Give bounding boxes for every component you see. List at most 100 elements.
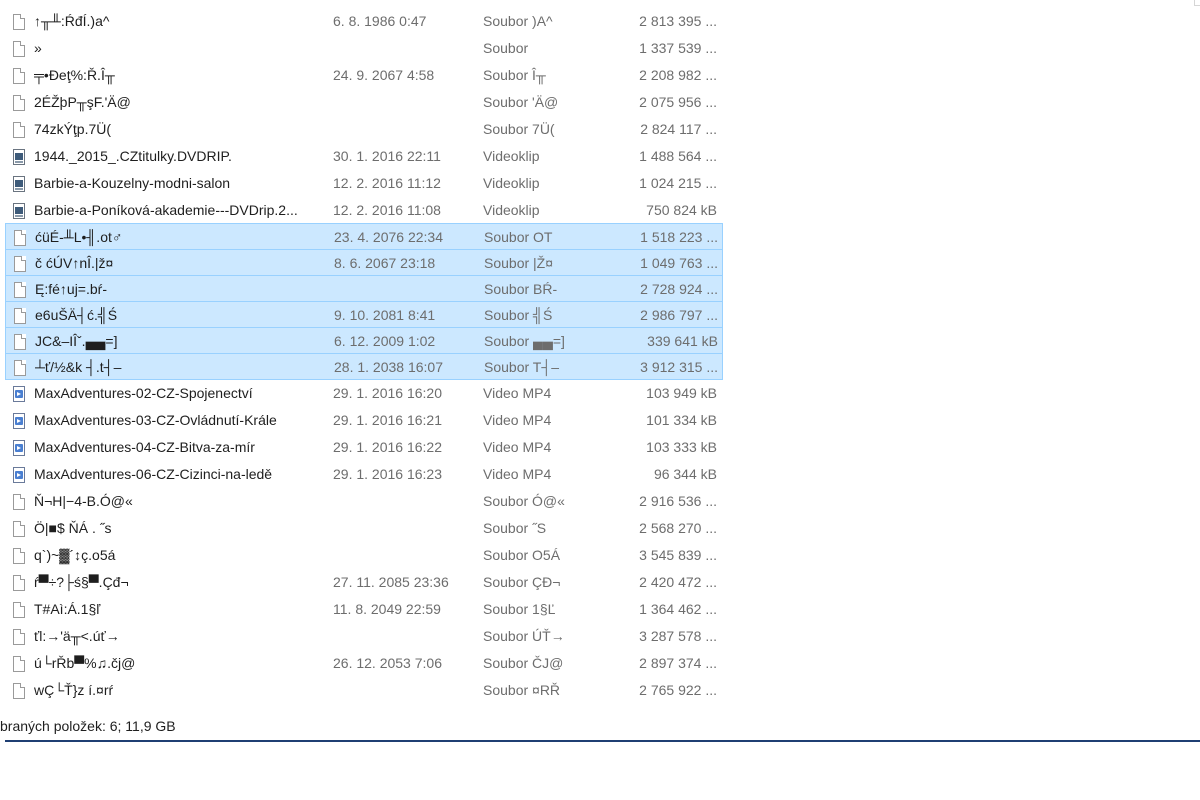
selection-summary: braných položek: 6; 11,9 GB [0,718,176,734]
file-size: 2 986 797 ... [640,307,718,323]
file-date [333,116,478,143]
file-type: Video MP4 [483,385,552,401]
file-row[interactable]: wÇ└Ť}z í.¤rŕ Soubor ¤RŘ 2 765 922 ... [5,677,723,704]
file-name: 2ÉŽþP╥şF.'Ä@ [34,94,131,110]
file-row[interactable]: MaxAdventures-03-CZ-Ovládnutí-Krále 29. 1… [5,407,723,434]
file-type: Soubor BŔ- [484,281,558,297]
file-size: 3 912 315 ... [640,359,718,375]
generic-file-icon-glyph [13,13,25,30]
file-row[interactable]: MaxAdventures-04-CZ-Bitva-za-mír 29. 1. 2… [5,434,723,461]
file-row[interactable]: q`)~▓´↕ç.o5á Soubor O5Á 3 545 839 ... [5,542,723,569]
generic-file-icon [11,354,29,381]
file-name: ćüÉ-╨L•╢.ot♂ [35,229,123,245]
file-date [334,276,479,303]
file-name: ╤•Đeţ%:Ř.Î╥ [34,67,115,83]
file-date [333,89,478,116]
file-row[interactable]: 2ÉŽþP╥şF.'Ä@ Soubor 'Ä@ 2 075 956 ... [5,89,723,116]
file-row[interactable]: JC&–IÎˇ.▄▄=] 6. 12. 2009 1:02 Soubor ▄▄=] 3… [5,327,723,354]
file-row[interactable]: Ö|■$ ŇÁ . ˝s Soubor ˝S 2 568 270 ... [5,515,723,542]
file-row[interactable]: Ň¬H|−4-B.Ó@« Soubor Ó@« 2 916 536 ... [5,488,723,515]
file-size: 2 765 922 ... [639,682,717,698]
file-row[interactable]: Barbie-a-Poníková-akademie---DVDrip.2...… [5,197,723,224]
file-name: MaxAdventures-04-CZ-Bitva-za-mír [34,439,255,455]
file-size: 2 728 924 ... [640,281,718,297]
file-type: Soubor ˝S [483,520,547,536]
file-size: 1 488 564 ... [639,148,717,164]
file-date [333,515,478,542]
avi-video-icon-glyph [13,202,25,219]
file-name: T#Aì:Á.1§ľ [34,601,101,617]
generic-file-icon [10,650,28,677]
file-date: 6. 8. 1986 0:47 [333,13,427,29]
file-type: Soubor ╣Ś [484,307,553,323]
file-name: e6uŠÄ┤ć.╣Ś [35,307,118,323]
file-date: 26. 12. 2053 7:06 [333,655,442,671]
mp4-video-icon-glyph [13,385,25,402]
file-row[interactable]: ťl:→'ä╥<.úť→ Soubor ÚŤ→ 3 287 578 ... [5,623,723,650]
generic-file-icon [10,623,28,650]
file-date: 9. 10. 2081 8:41 [334,307,436,323]
file-size: 1 337 539 ... [639,40,717,56]
file-row[interactable]: 1944._2015_.CZtitulky.DVDRIP. 30. 1. 2016… [5,143,723,170]
file-size: 2 420 472 ... [639,574,717,590]
file-row[interactable]: ú└rŘb▀%♫.čj@ 26. 12. 2053 7:06 Soubor ČJ@ 2… [5,650,723,677]
file-type: Soubor ▄▄=] [484,333,565,349]
avi-video-icon-glyph [13,148,25,165]
file-type: Video MP4 [483,412,552,428]
file-type: Soubor ÇĐ¬ [483,574,561,590]
generic-file-icon [10,89,28,116]
file-name: 1944._2015_.CZtitulky.DVDRIP. [34,148,232,164]
file-date: 12. 2. 2016 11:12 [333,175,441,191]
generic-file-icon-glyph [13,94,25,111]
file-size: 1 518 223 ... [640,229,718,245]
generic-file-icon [10,116,28,143]
generic-file-icon-glyph [14,333,26,350]
file-row[interactable]: ćüÉ-╨L•╢.ot♂ 23. 4. 2076 22:34 Soubor OT 1 … [5,223,723,250]
file-row[interactable]: 74zkÝţp.7Ü(Soubor 7Ü(2 824 117 ... [5,116,723,143]
mp4-video-icon-glyph [13,439,25,456]
generic-file-icon-glyph [13,547,25,564]
file-size: 2 897 374 ... [639,655,717,671]
file-row[interactable]: Ę:fé↑uj=.bŕ- Soubor BŔ- 2 728 924 ... [5,275,723,302]
generic-file-icon [10,62,28,89]
generic-file-icon-glyph [13,40,25,57]
file-row[interactable]: T#Aì:Á.1§ľ 11. 8. 2049 22:59 Soubor 1§Ľ 1 3… [5,596,723,623]
file-name: ŕ▀÷?├ś§▀.Çđ¬ [34,574,129,590]
file-size: 103 333 kB [646,439,717,455]
file-name: JC&–IÎˇ.▄▄=] [35,333,118,349]
file-row[interactable]: » Soubor 1 337 539 ... [5,35,723,62]
file-name: MaxAdventures-03-CZ-Ovládnutí-Krále [34,412,277,428]
file-row[interactable]: MaxAdventures-06-CZ-Cizinci-na-ledě 29. 1… [5,461,723,488]
file-type: Soubor ¤RŘ [483,682,561,698]
mp4-video-icon [10,407,28,434]
file-date [333,677,478,704]
file-type: Soubor 7Ü( [483,121,555,137]
file-name: Ö|■$ ŇÁ . ˝s [34,520,112,536]
file-type: Soubor ČJ@ [483,655,564,671]
file-date: 11. 8. 2049 22:59 [333,601,441,617]
generic-file-icon-glyph [14,229,26,246]
file-name: MaxAdventures-06-CZ-Cizinci-na-ledě [34,466,273,482]
file-row[interactable]: ↑╥╨:ŔđÍ.)a^ 6. 8. 1986 0:47 Soubor )A^ 2 81… [5,8,723,35]
file-row[interactable]: ╤•Đeţ%:Ř.Î╥ 24. 9. 2067 4:58 Soubor Î╥ 2 20… [5,62,723,89]
file-size: 2 813 395 ... [639,13,717,29]
file-type: Soubor )A^ [483,13,553,29]
file-name: 74zkÝţp.7Ü( [34,121,112,137]
file-type: Videoklip [483,148,540,164]
generic-file-icon [11,328,29,355]
file-row[interactable]: ŕ▀÷?├ś§▀.Çđ¬ 27. 11. 2085 23:36 Soubor ÇĐ¬… [5,569,723,596]
file-row[interactable]: Barbie-a-Kouzelny-modni-salon 12. 2. 2016… [5,170,723,197]
file-row[interactable]: ┴ť/½&k ┤.t┤– 28. 1. 2038 16:07 Soubor T┤– 3… [5,353,723,380]
file-date [333,623,478,650]
file-type: Soubor ÚŤ→ [483,628,565,644]
generic-file-icon-glyph [14,255,26,272]
mp4-video-icon-glyph [13,412,25,429]
file-row[interactable]: MaxAdventures-02-CZ-Spojenectví 29. 1. 20… [5,380,723,407]
file-row[interactable]: e6uŠÄ┤ć.╣Ś 9. 10. 2081 8:41 Soubor ╣Ś 2 986… [5,301,723,328]
file-name: MaxAdventures-02-CZ-Spojenectví [34,385,253,401]
file-row[interactable]: č ćÚV↑nÎ.|ž¤ 8. 6. 2067 23:18 Soubor |Ž¤ 1 … [5,249,723,276]
file-name: wÇ└Ť}z í.¤rŕ [34,682,114,698]
file-type: Soubor OT [484,229,553,245]
file-type: Soubor |Ž¤ [484,255,554,271]
file-date: 30. 1. 2016 22:11 [333,148,441,164]
